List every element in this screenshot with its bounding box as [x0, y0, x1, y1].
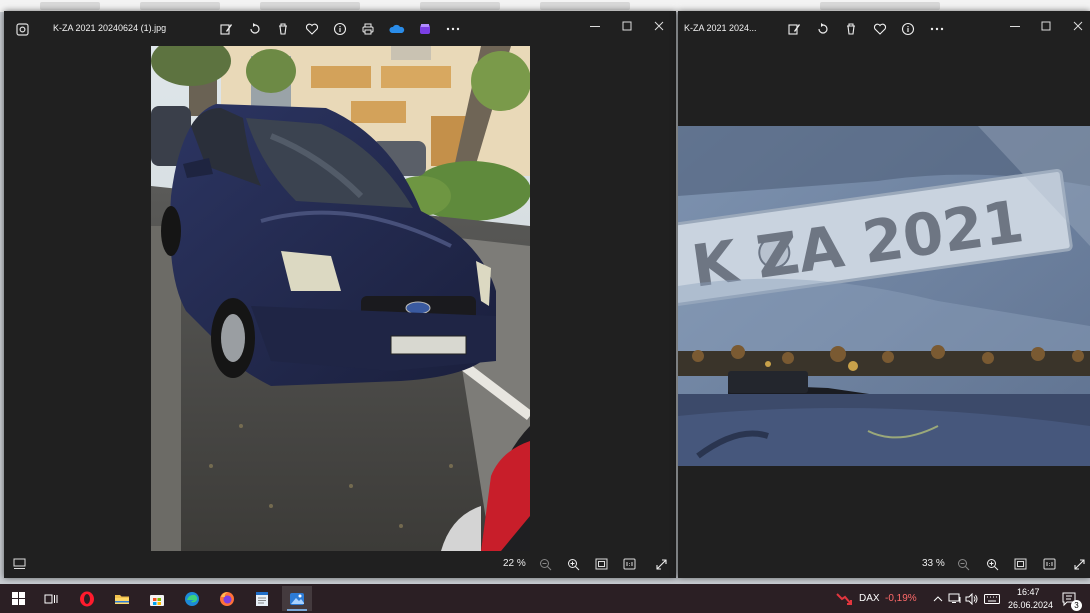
chevron-up-icon[interactable]: [931, 586, 945, 611]
ticker-name[interactable]: DAX: [859, 593, 880, 604]
photos-taskbar-icon[interactable]: [282, 586, 312, 611]
filmstrip-icon[interactable]: [10, 555, 28, 573]
clock-time[interactable]: 16:47: [1017, 587, 1040, 597]
opera-icon[interactable]: [72, 586, 102, 611]
zoom-level: 22 %: [503, 558, 526, 569]
heart-icon[interactable]: [303, 20, 321, 38]
photos-app-icon: [13, 20, 31, 38]
actual-size-icon[interactable]: [620, 555, 638, 573]
bottom-bar: 22 %: [4, 551, 676, 578]
network-icon[interactable]: [947, 586, 963, 611]
keyboard-icon[interactable]: [982, 586, 1002, 611]
task-view-icon[interactable]: [36, 586, 66, 611]
start-button[interactable]: [3, 586, 33, 611]
more-icon[interactable]: [928, 20, 946, 38]
microsoft-store-icon[interactable]: [142, 586, 172, 611]
minimize-button[interactable]: [1004, 17, 1026, 35]
close-button[interactable]: [1067, 17, 1089, 35]
delete-icon[interactable]: [842, 20, 860, 38]
edit-icon[interactable]: [785, 20, 803, 38]
actual-size-icon[interactable]: [1040, 555, 1058, 573]
zoom-out-icon[interactable]: [536, 555, 554, 573]
car-photo[interactable]: [151, 46, 530, 551]
window-title: K-ZA 2021 20240624 (1).jpg: [53, 23, 167, 33]
fit-to-window-icon[interactable]: [1011, 555, 1029, 573]
delete-icon[interactable]: [274, 20, 292, 38]
notification-count: 3: [1071, 600, 1082, 611]
taskbar: DAX -0,19% 16:47 26.06.2024 3: [0, 584, 1090, 613]
heart-icon[interactable]: [871, 20, 889, 38]
edge-icon[interactable]: [177, 586, 207, 611]
clipchamp-icon[interactable]: [416, 20, 434, 38]
rotate-icon[interactable]: [814, 20, 832, 38]
info-icon[interactable]: [899, 20, 917, 38]
onedrive-icon[interactable]: [388, 20, 406, 38]
notepad-icon[interactable]: [247, 586, 277, 611]
notifications-icon[interactable]: 3: [1057, 586, 1083, 611]
fullscreen-icon[interactable]: [652, 555, 670, 573]
title-bar[interactable]: K-ZA 2021 20240624 (1).jpg: [4, 11, 676, 47]
bottom-bar: 33 %: [678, 551, 1090, 578]
firefox-icon[interactable]: [212, 586, 242, 611]
file-explorer-icon[interactable]: [107, 586, 137, 611]
ticker-value[interactable]: -0,19%: [885, 593, 917, 604]
zoom-in-icon[interactable]: [983, 555, 1001, 573]
clock-date[interactable]: 26.06.2024: [1008, 600, 1053, 610]
close-button[interactable]: [648, 17, 670, 35]
rotate-icon[interactable]: [246, 20, 264, 38]
zoom-level: 33 %: [922, 558, 945, 569]
maximize-button[interactable]: [616, 17, 638, 35]
more-icon[interactable]: [444, 20, 462, 38]
volume-icon[interactable]: [964, 586, 980, 611]
zoom-out-icon[interactable]: [954, 555, 972, 573]
edit-icon[interactable]: [217, 20, 235, 38]
info-icon[interactable]: [331, 20, 349, 38]
fit-to-window-icon[interactable]: [592, 555, 610, 573]
photos-window-car[interactable]: K-ZA 2021 20240624 (1).jpg 22 %: [4, 11, 676, 578]
minimize-button[interactable]: [584, 17, 606, 35]
fullscreen-icon[interactable]: [1070, 555, 1088, 573]
stock-chart-icon[interactable]: [833, 586, 855, 611]
plate-photo[interactable]: K ZA 2021: [678, 126, 1090, 466]
print-icon[interactable]: [359, 20, 377, 38]
photos-window-plate[interactable]: K-ZA 2021 2024... K ZA 2021 33 %: [678, 11, 1090, 578]
window-title: K-ZA 2021 2024...: [684, 23, 757, 33]
zoom-in-icon[interactable]: [564, 555, 582, 573]
title-bar[interactable]: K-ZA 2021 2024...: [678, 11, 1090, 47]
maximize-button[interactable]: [1035, 17, 1057, 35]
